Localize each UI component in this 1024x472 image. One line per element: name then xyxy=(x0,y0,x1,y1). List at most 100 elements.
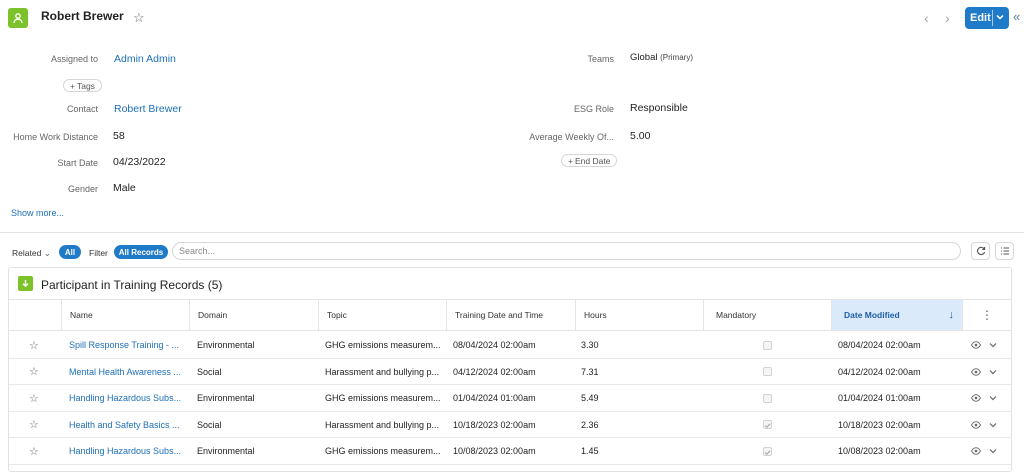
contact-label: Contact xyxy=(66,104,98,114)
chevron-down-icon[interactable] xyxy=(996,12,1004,24)
row-topic: GHG emissions measurem... xyxy=(325,340,441,350)
teams-value: Global (Primary) xyxy=(630,52,693,63)
row-hours: 7.31 xyxy=(581,366,599,377)
row-training-date: 08/04/2024 02:00am xyxy=(453,340,536,350)
row-date-modified: 08/04/2024 02:00am xyxy=(838,340,921,350)
view-eye-icon[interactable] xyxy=(971,438,983,464)
row-hours: 3.30 xyxy=(581,340,599,350)
edit-button-label: Edit xyxy=(970,12,991,24)
column-header-date-modified[interactable]: Date Modified ↓ xyxy=(831,300,962,330)
row-domain: Social xyxy=(197,419,222,430)
refresh-button[interactable] xyxy=(971,242,990,260)
row-star-icon[interactable]: ☆ xyxy=(29,412,41,438)
assigned-to-value[interactable]: Admin Admin xyxy=(114,53,176,65)
row-actions-chevron-icon[interactable] xyxy=(989,332,1001,358)
row-star-icon[interactable]: ☆ xyxy=(29,332,41,358)
related-all-badge[interactable]: All xyxy=(59,245,81,259)
show-more-link[interactable]: Show more... xyxy=(11,208,64,218)
row-star-icon[interactable]: ☆ xyxy=(29,385,41,411)
row-training-date: 04/12/2024 02:00am xyxy=(453,366,536,377)
teams-primary-tag: (Primary) xyxy=(660,53,693,62)
date-modified-header-label: Date Modified xyxy=(844,310,900,320)
row-training-date: 10/18/2023 02:00am xyxy=(453,419,536,430)
training-entity-icon xyxy=(18,276,33,291)
all-records-filter-button[interactable]: All Records xyxy=(114,245,168,259)
row-name-link[interactable]: Health and Safety Basics ... xyxy=(69,412,187,438)
row-topic: Harassment and bullying p... xyxy=(325,419,440,430)
column-options-icon[interactable]: ⋮ xyxy=(962,300,1011,330)
row-mandatory-checkbox xyxy=(763,385,775,411)
row-date-modified: 04/12/2024 02:00am xyxy=(838,366,921,377)
esg-role-value: Responsible xyxy=(630,102,688,114)
row-topic: Harassment and bullying p... xyxy=(325,366,440,377)
chevron-down-icon: ⌄ xyxy=(43,248,51,258)
collapse-panel-icon[interactable]: « xyxy=(1013,9,1020,24)
refresh-icon xyxy=(976,246,985,256)
row-topic: GHG emissions measurem... xyxy=(325,446,441,456)
view-eye-icon[interactable] xyxy=(971,412,983,438)
column-header-topic[interactable]: Topic xyxy=(318,300,446,330)
related-label: Related xyxy=(12,248,42,258)
start-date-label: Start Date xyxy=(57,158,98,168)
table-row[interactable]: ☆ Mental Health Awareness ... Social Har… xyxy=(9,359,1011,385)
add-tags-button[interactable]: + Tags xyxy=(63,79,102,92)
column-header-training-date[interactable]: Training Date and Time xyxy=(446,300,575,330)
home-work-distance-value: 58 xyxy=(113,130,125,142)
edit-button[interactable]: Edit xyxy=(965,7,1009,29)
table-header: Name Domain Topic Training Date and Time… xyxy=(9,299,1011,331)
view-eye-icon[interactable] xyxy=(971,332,983,358)
view-eye-icon[interactable] xyxy=(971,385,983,411)
column-header-hours[interactable]: Hours xyxy=(575,300,703,330)
checkbox-icon xyxy=(763,340,772,350)
table-row[interactable]: ☆ Handling Hazardous Subs... Environment… xyxy=(9,438,1011,465)
row-hours: 2.36 xyxy=(581,419,599,430)
row-name-link[interactable]: Spill Response Training - ... xyxy=(69,332,187,358)
row-training-date: 01/04/2024 01:00am xyxy=(453,393,536,403)
contact-value[interactable]: Robert Brewer xyxy=(114,103,182,115)
panel-title-text: Participant in Training Records xyxy=(41,278,205,292)
column-header-name[interactable]: Name xyxy=(61,300,189,330)
checkbox-icon xyxy=(763,367,772,376)
table-row[interactable]: ☆ Handling Hazardous Subs... Environment… xyxy=(9,385,1011,412)
row-name-link[interactable]: Handling Hazardous Subs... xyxy=(69,438,187,464)
row-actions-chevron-icon[interactable] xyxy=(989,438,1001,464)
related-search-input[interactable]: Search... xyxy=(172,242,961,260)
sort-descending-icon[interactable]: ↓ xyxy=(949,309,955,321)
table-row[interactable]: ☆ Spill Response Training - ... Environm… xyxy=(9,332,1011,359)
teams-name: Global xyxy=(630,52,658,63)
row-domain: Environmental xyxy=(197,340,255,350)
row-star-icon[interactable]: ☆ xyxy=(29,359,41,385)
table-row[interactable]: ☆ Health and Safety Basics ... Social Ha… xyxy=(9,412,1011,438)
row-actions-chevron-icon[interactable] xyxy=(989,412,1001,438)
related-dropdown[interactable]: Related ⌄ xyxy=(12,248,51,259)
row-training-date: 10/08/2023 02:00am xyxy=(453,446,536,456)
row-name-link[interactable]: Handling Hazardous Subs... xyxy=(69,385,187,411)
list-view-button[interactable] xyxy=(995,242,1014,260)
start-date-value: 04/23/2022 xyxy=(113,156,166,168)
gender-value: Male xyxy=(113,182,136,194)
home-work-distance-label: Home Work Distance xyxy=(13,132,98,142)
favorite-star-icon[interactable]: ☆ xyxy=(133,10,145,26)
row-domain: Social xyxy=(197,366,222,377)
average-weekly-label: Average Weekly Of... xyxy=(529,132,614,142)
list-icon xyxy=(1000,247,1009,255)
column-header-mandatory[interactable]: Mandatory xyxy=(703,300,831,330)
plus-icon: + xyxy=(568,155,573,166)
row-mandatory-checkbox xyxy=(763,359,775,385)
row-hours: 5.49 xyxy=(581,393,599,403)
next-record-icon[interactable]: › xyxy=(945,10,950,26)
teams-label: Teams xyxy=(587,54,614,64)
checkbox-icon xyxy=(763,420,772,429)
row-name-link[interactable]: Mental Health Awareness ... xyxy=(69,359,187,385)
column-header-domain[interactable]: Domain xyxy=(189,300,318,330)
previous-record-icon[interactable]: ‹ xyxy=(924,10,929,26)
contact-avatar-icon xyxy=(8,8,28,28)
page-title: Robert Brewer xyxy=(41,9,124,23)
add-end-date-button[interactable]: + End Date xyxy=(561,154,618,167)
row-actions-chevron-icon[interactable] xyxy=(989,385,1001,411)
row-star-icon[interactable]: ☆ xyxy=(29,438,41,464)
row-actions-chevron-icon[interactable] xyxy=(989,359,1001,385)
average-weekly-value: 5.00 xyxy=(630,130,651,142)
view-eye-icon[interactable] xyxy=(971,359,983,385)
row-date-modified: 01/04/2024 01:00am xyxy=(838,393,921,403)
